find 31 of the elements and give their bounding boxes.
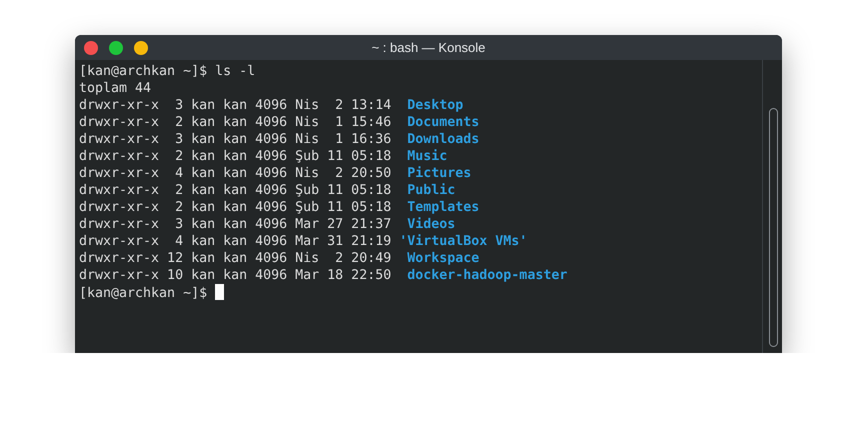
file-info: drwxr-xr-x 3 kan kan 4096 Nis 2 13:14: [79, 98, 392, 113]
file-info: drwxr-xr-x 10 kan kan 4096 Mar 18 22:50: [79, 268, 392, 283]
file-info: drwxr-xr-x 4 kan kan 4096 Nis 2 20:50: [79, 166, 392, 181]
file-info: drwxr-xr-x 4 kan kan 4096 Mar 31 21:19: [79, 234, 392, 249]
file-info: drwxr-xr-x 2 kan kan 4096 Nis 1 15:46: [79, 115, 392, 130]
window-title: ~ : bash — Konsole: [372, 39, 486, 57]
directory-name: Templates: [407, 200, 480, 215]
shell-prompt: [kan@archkan ~]$: [79, 64, 208, 79]
directory-name: Downloads: [407, 132, 480, 147]
maximize-button[interactable]: [109, 41, 123, 55]
file-info: drwxr-xr-x 3 kan kan 4096 Nis 1 16:36: [79, 132, 392, 147]
close-button[interactable]: [84, 41, 98, 55]
directory-name: docker-hadoop-master: [407, 268, 568, 283]
file-info: drwxr-xr-x 2 kan kan 4096 Şub 11 05:18: [79, 200, 392, 215]
file-info: drwxr-xr-x 2 kan kan 4096 Şub 11 05:18: [79, 149, 392, 164]
file-info: drwxr-xr-x 2 kan kan 4096 Şub 11 05:18: [79, 183, 392, 198]
command-text: ls -l: [215, 64, 256, 79]
directory-name: Pictures: [407, 166, 472, 181]
file-info: drwxr-xr-x 3 kan kan 4096 Mar 27 21:37: [79, 217, 392, 232]
shell-prompt: [kan@archkan ~]$: [79, 286, 208, 301]
directory-name: Public: [407, 183, 456, 198]
directory-name: Workspace: [407, 251, 480, 266]
minimize-button[interactable]: [134, 41, 148, 55]
output-text: toplam 44: [79, 81, 152, 96]
directory-name: Videos: [407, 217, 456, 232]
file-info: drwxr-xr-x 12 kan kan 4096 Nis 2 20:49: [79, 251, 392, 266]
directory-name: Music: [407, 149, 448, 164]
directory-name: Desktop: [407, 98, 464, 113]
directory-name: 'VirtualBox VMs': [399, 234, 528, 249]
scrollbar-thumb[interactable]: [769, 108, 778, 347]
directory-name: Documents: [407, 115, 480, 130]
